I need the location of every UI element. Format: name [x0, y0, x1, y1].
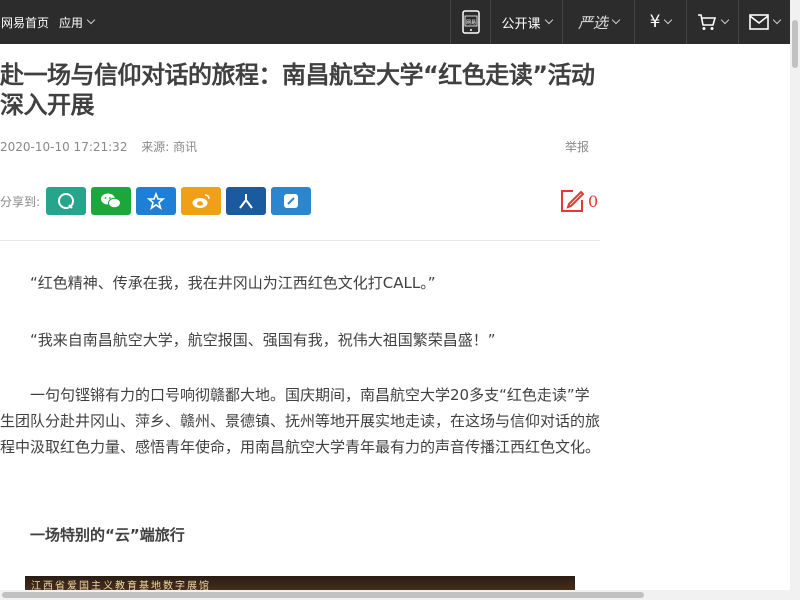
top-nav-bar: 网易首页 应用 网易 公开课 严选 ¥ — [0, 0, 790, 44]
top-nav-right: 网易 公开课 严选 ¥ — [450, 0, 790, 44]
chevron-down-icon — [720, 15, 730, 25]
phone-icon: 网易 — [461, 10, 480, 34]
vertical-scroll-thumb[interactable] — [792, 20, 798, 68]
comment-count: 0 — [588, 191, 599, 211]
article-meta: 2020-10-10 17:21:32 来源: 商讯 — [0, 138, 197, 155]
share-label: 分享到: — [0, 194, 41, 209]
section-heading: 一场特别的“云”端旅行 — [30, 526, 185, 544]
renren-icon — [239, 194, 253, 209]
article-paragraph: 一句句铿锵有力的口号响彻赣鄱大地。国庆期间，南昌航空大学20多支“红色走读”学生… — [0, 386, 601, 456]
share-weibo-button[interactable] — [181, 187, 222, 215]
divider — [0, 240, 600, 241]
vertical-scrollbar[interactable] — [790, 0, 800, 600]
chevron-down-icon — [772, 15, 782, 25]
article-paragraph: “我来自南昌航空大学，航空报国、强国有我，祝伟大祖国繁荣昌盛！” — [30, 331, 496, 349]
mail-menu[interactable] — [738, 0, 790, 44]
phone-badge-text: 网易 — [465, 20, 475, 26]
report-link[interactable]: 举报 — [565, 138, 589, 155]
publish-date: 2020-10-10 17:21:32 — [0, 140, 128, 154]
open-course-label: 公开课 — [501, 16, 541, 32]
netease-home-link[interactable]: 网易首页 — [0, 14, 49, 31]
apps-menu[interactable]: 应用 — [59, 14, 96, 31]
top-nav-left: 网易首页 应用 — [0, 0, 96, 44]
cart-icon — [698, 14, 717, 30]
mail-icon — [749, 14, 769, 30]
comment-edit-icon — [561, 190, 585, 212]
chevron-down-icon — [86, 15, 96, 25]
payment-menu[interactable]: ¥ — [634, 0, 686, 44]
favorite-star-icon — [147, 192, 166, 210]
open-course-menu[interactable]: 公开课 — [490, 0, 562, 44]
article-paragraph: “红色精神、传承在我，我在井冈山为江西红色文化打CALL。” — [30, 274, 436, 292]
comment-button[interactable]: 0 — [559, 187, 598, 215]
yanxuan-label: 严选 — [577, 13, 608, 32]
horizontal-scroll-thumb[interactable] — [2, 592, 644, 598]
share-favorite-button[interactable] — [136, 187, 177, 215]
horizontal-scrollbar[interactable] — [0, 590, 790, 600]
apps-label: 应用 — [59, 15, 84, 30]
weibo-icon — [192, 194, 210, 208]
share-yixin-button[interactable] — [271, 187, 312, 215]
yen-icon: ¥ — [649, 12, 661, 32]
share-wechat-button[interactable] — [91, 187, 132, 215]
qzone-icon — [58, 193, 75, 209]
mobile-app-button[interactable]: 网易 — [450, 0, 490, 44]
share-qzone-button[interactable] — [46, 187, 87, 215]
wechat-icon — [101, 193, 122, 209]
cart-menu[interactable] — [686, 0, 738, 44]
article-title: 赴一场与信仰对话的旅程：南昌航空大学“红色走读”活动深入开展 — [0, 61, 595, 119]
share-renren-button[interactable] — [226, 187, 267, 215]
chevron-down-icon — [664, 15, 673, 25]
share-bar: 分享到: — [0, 187, 316, 215]
article-source[interactable]: 来源: 商讯 — [141, 140, 197, 154]
yanxuan-menu[interactable]: 严选 — [562, 0, 634, 44]
yixin-icon — [284, 194, 299, 208]
chevron-down-icon — [611, 15, 621, 25]
chevron-down-icon — [544, 15, 553, 25]
